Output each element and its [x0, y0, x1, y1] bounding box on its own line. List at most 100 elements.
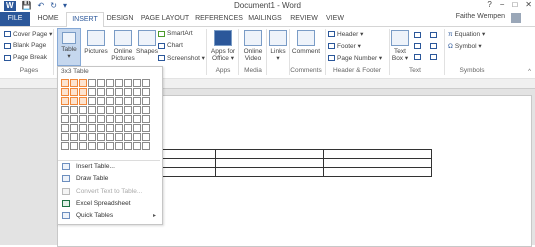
table-grid-cell[interactable]: [106, 133, 114, 141]
table-grid-cell[interactable]: [106, 142, 114, 150]
table-grid-cell[interactable]: [61, 124, 69, 132]
table-grid-cell[interactable]: [115, 142, 123, 150]
table-grid-cell[interactable]: [61, 97, 69, 105]
table-grid-cell[interactable]: [124, 97, 132, 105]
smartart-button[interactable]: SmartArt: [158, 30, 193, 37]
tab-home[interactable]: HOME: [33, 12, 63, 26]
online-video-button[interactable]: Online Video: [241, 30, 265, 62]
date-time-button[interactable]: [430, 43, 437, 49]
table-grid-cell[interactable]: [106, 97, 114, 105]
table-grid-cell[interactable]: [115, 106, 123, 114]
table-grid-cell[interactable]: [88, 115, 96, 123]
table-grid-cell[interactable]: [97, 97, 105, 105]
table-cell[interactable]: [323, 158, 432, 168]
table-grid-cell[interactable]: [106, 124, 114, 132]
online-pictures-button[interactable]: Online Pictures: [110, 30, 136, 62]
table-grid-cell[interactable]: [79, 124, 87, 132]
table-grid-cell[interactable]: [142, 124, 150, 132]
equation-button[interactable]: π Equation ▾: [448, 30, 485, 39]
table-grid-cell[interactable]: [79, 142, 87, 150]
table-grid-cell[interactable]: [115, 79, 123, 87]
table-cell[interactable]: [215, 158, 324, 168]
table-grid-cell[interactable]: [115, 124, 123, 132]
table-grid-cell[interactable]: [142, 97, 150, 105]
table-grid-cell[interactable]: [142, 142, 150, 150]
table-grid-cell[interactable]: [70, 133, 78, 141]
cover-page-button[interactable]: Cover Page ▾: [4, 30, 52, 38]
table-grid-cell[interactable]: [106, 106, 114, 114]
shapes-button[interactable]: Shapes: [136, 30, 158, 55]
table-grid-cell[interactable]: [124, 124, 132, 132]
table-cell[interactable]: [215, 167, 324, 177]
minimize-button[interactable]: −: [500, 0, 505, 9]
table-grid-cell[interactable]: [97, 124, 105, 132]
table-grid-cell[interactable]: [142, 133, 150, 141]
table-grid-cell[interactable]: [115, 133, 123, 141]
table-grid-cell[interactable]: [97, 79, 105, 87]
screenshot-button[interactable]: Screenshot ▾: [158, 54, 205, 62]
footer-button[interactable]: Footer ▾: [328, 42, 361, 50]
apps-for-office-button[interactable]: Apps for Office ▾: [210, 30, 236, 62]
quick-tables-menu-item[interactable]: Quick Tables ▸: [58, 210, 160, 221]
table-grid-cell[interactable]: [79, 79, 87, 87]
comment-button[interactable]: Comment: [290, 30, 322, 55]
tab-references[interactable]: REFERENCES: [194, 12, 244, 26]
table-grid-cell[interactable]: [115, 115, 123, 123]
table-grid-cell[interactable]: [61, 88, 69, 96]
table-grid-cell[interactable]: [133, 142, 141, 150]
tab-design[interactable]: DESIGN: [104, 12, 136, 26]
table-cell[interactable]: [323, 149, 432, 159]
text-box-button[interactable]: Text Box ▾: [390, 30, 410, 62]
symbol-button[interactable]: Ω Symbol ▾: [448, 42, 482, 51]
table-grid-cell[interactable]: [97, 106, 105, 114]
table-grid-cell[interactable]: [79, 106, 87, 114]
table-grid-cell[interactable]: [133, 106, 141, 114]
table-grid-cell[interactable]: [97, 115, 105, 123]
table-grid-cell[interactable]: [88, 133, 96, 141]
table-grid-cell[interactable]: [97, 142, 105, 150]
table-grid-cell[interactable]: [124, 133, 132, 141]
table-grid-cell[interactable]: [70, 124, 78, 132]
table-cell[interactable]: [323, 167, 432, 177]
table-grid-cell[interactable]: [61, 79, 69, 87]
tab-page-layout[interactable]: PAGE LAYOUT: [140, 12, 190, 26]
table-grid-cell[interactable]: [124, 142, 132, 150]
table-grid-cell[interactable]: [79, 97, 87, 105]
table-grid-cell[interactable]: [70, 106, 78, 114]
table-grid-cell[interactable]: [124, 106, 132, 114]
table-grid-cell[interactable]: [106, 88, 114, 96]
table-grid-cell[interactable]: [115, 97, 123, 105]
table-grid-cell[interactable]: [88, 124, 96, 132]
user-name[interactable]: Faithe Wempen: [456, 13, 505, 20]
table-grid-cell[interactable]: [70, 79, 78, 87]
table-grid-cell[interactable]: [97, 133, 105, 141]
quick-parts-button[interactable]: [414, 32, 421, 38]
table-grid-cell[interactable]: [61, 106, 69, 114]
table-grid-cell[interactable]: [70, 142, 78, 150]
header-button[interactable]: Header ▾: [328, 30, 363, 38]
table-grid-cell[interactable]: [97, 88, 105, 96]
tab-review[interactable]: REVIEW: [288, 12, 320, 26]
draw-table-menu-item[interactable]: Draw Table: [58, 173, 160, 184]
table-cell[interactable]: [215, 149, 324, 159]
table-grid-cell[interactable]: [88, 106, 96, 114]
table-grid-cell[interactable]: [70, 97, 78, 105]
help-button[interactable]: ?: [487, 0, 491, 9]
page-break-button[interactable]: Page Break: [4, 54, 47, 61]
table-grid-cell[interactable]: [106, 79, 114, 87]
table-grid-cell[interactable]: [70, 88, 78, 96]
tab-mailings[interactable]: MAILINGS: [246, 12, 284, 26]
insert-table-menu-item[interactable]: Insert Table...: [58, 161, 160, 172]
table-grid-cell[interactable]: [88, 88, 96, 96]
table-grid-cell[interactable]: [133, 115, 141, 123]
page-number-button[interactable]: Page Number ▾: [328, 54, 382, 62]
table-grid-cell[interactable]: [124, 115, 132, 123]
table-grid-cell[interactable]: [88, 79, 96, 87]
table-grid-cell[interactable]: [79, 115, 87, 123]
table-grid-cell[interactable]: [142, 79, 150, 87]
table-grid-cell[interactable]: [133, 124, 141, 132]
blank-page-button[interactable]: Blank Page: [4, 42, 46, 49]
table-grid-cell[interactable]: [142, 115, 150, 123]
drop-cap-button[interactable]: [414, 54, 421, 60]
links-button[interactable]: Links ▾: [268, 30, 288, 62]
